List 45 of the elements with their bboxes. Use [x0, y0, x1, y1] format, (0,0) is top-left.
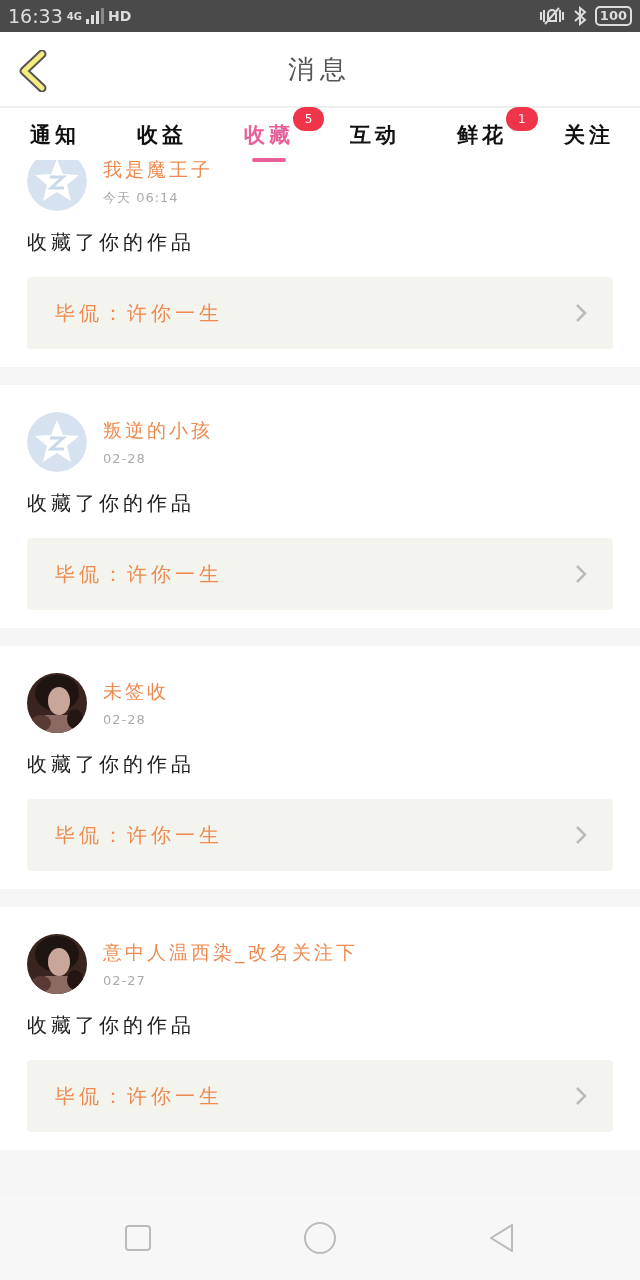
- battery-icon: 100: [594, 6, 632, 26]
- work-title: 毕侃：许你一生: [55, 822, 223, 849]
- tab[interactable]: 通知: [26, 116, 81, 152]
- hd-indicator: HD: [107, 6, 132, 26]
- chevron-icon: [575, 825, 587, 845]
- user-name[interactable]: 意中人温西染_改名关注下: [103, 938, 358, 967]
- home-icon[interactable]: [304, 1221, 336, 1254]
- message-text: 收藏了你的作品: [27, 751, 196, 778]
- timestamp: 02-28: [103, 449, 147, 468]
- timestamp: 02-28: [103, 710, 147, 729]
- network-type: 4G: [66, 9, 82, 24]
- tab[interactable]: 鲜花: [453, 116, 507, 152]
- clock: 16:33: [8, 3, 63, 29]
- user-name[interactable]: 叛逆的小孩: [103, 416, 213, 445]
- back-nav-icon[interactable]: [488, 1222, 516, 1253]
- count-badge: 5: [292, 107, 325, 131]
- chevron-icon: [575, 303, 587, 323]
- tab-indicator: [251, 157, 286, 162]
- recent-apps-icon[interactable]: [124, 1223, 152, 1252]
- tab[interactable]: 收益: [133, 116, 187, 152]
- user-name[interactable]: 未签收: [103, 677, 169, 706]
- user-name[interactable]: 我是魔王子: [103, 160, 213, 184]
- bluetooth-icon: [572, 6, 587, 26]
- message-text: 收藏了你的作品: [27, 229, 196, 256]
- timestamp: 02-27: [103, 971, 147, 990]
- work-title: 毕侃：许你一生: [55, 300, 223, 327]
- page-title: 消息: [288, 52, 352, 86]
- work-link[interactable]: 毕侃：许你一生: [27, 799, 613, 871]
- message-text: 收藏了你的作品: [27, 490, 196, 517]
- vibrate-icon: [538, 6, 565, 26]
- tab[interactable]: 收藏: [239, 116, 294, 162]
- chevron-icon: [575, 564, 587, 584]
- work-link[interactable]: 毕侃：许你一生: [27, 538, 613, 610]
- chevron-icon: [575, 1086, 587, 1106]
- timestamp: 今天 06:14: [103, 188, 180, 207]
- tab[interactable]: 互动: [346, 116, 401, 152]
- work-link[interactable]: 毕侃：许你一生: [27, 1060, 613, 1132]
- work-link[interactable]: 毕侃：许你一生: [27, 277, 613, 349]
- signal-icon: [85, 8, 104, 24]
- tab[interactable]: 关注: [559, 116, 614, 152]
- message-text: 收藏了你的作品: [27, 1012, 196, 1039]
- default-avatar-icon: [27, 412, 87, 472]
- count-badge: 1: [506, 107, 538, 131]
- work-title: 毕侃：许你一生: [55, 561, 223, 588]
- work-title: 毕侃：许你一生: [55, 1083, 223, 1110]
